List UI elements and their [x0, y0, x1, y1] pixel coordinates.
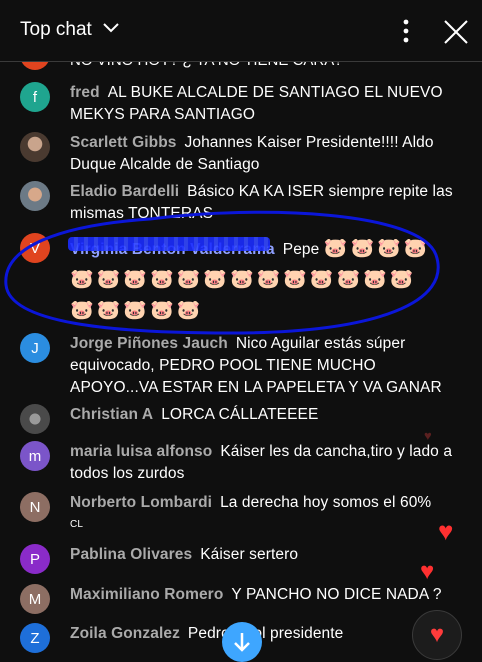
avatar[interactable]: N — [20, 492, 50, 522]
chat-mode-title[interactable]: Top chat — [20, 19, 92, 41]
country-code: CL — [70, 519, 83, 530]
chevron-down-icon[interactable] — [102, 22, 120, 34]
avatar-letter: m — [28, 447, 42, 465]
avatar — [20, 62, 50, 70]
author-name[interactable]: Norberto Lombardi — [70, 494, 212, 511]
avatar-letter: M — [28, 590, 42, 608]
author-name[interactable]: fred — [70, 84, 100, 101]
avatar[interactable] — [20, 132, 50, 162]
author-name[interactable]: Zoila Gonzalez — [70, 625, 180, 642]
avatar-letter: N — [29, 498, 41, 516]
heart-icon: ♥ — [429, 621, 445, 648]
message-text: Káiser sertero — [200, 546, 299, 563]
avatar[interactable]: m — [20, 441, 50, 471]
author-name[interactable]: Jorge Piñones Jauch — [70, 335, 228, 352]
reaction-heart-button[interactable]: ♥ — [412, 610, 462, 660]
avatar-letter: Z — [30, 629, 40, 647]
heart-icon: ♥ — [438, 516, 454, 546]
avatar-letter: J — [31, 339, 39, 357]
author-name[interactable]: Christian A — [70, 406, 153, 423]
arrow-down-icon — [234, 633, 250, 652]
avatar[interactable]: M — [20, 584, 50, 614]
chat-message-partial: NO VINO HOY? ¿ YA NO TIENE CARA? — [0, 62, 482, 72]
author-name[interactable]: Maximiliano Romero — [70, 586, 223, 603]
avatar-letter: P — [29, 550, 40, 568]
scroll-to-bottom-button[interactable] — [222, 622, 262, 662]
message-text: La derecha hoy somos el 60% — [220, 494, 432, 511]
author-name[interactable]: Pablina Olivares — [70, 546, 192, 563]
author-name[interactable]: maria luisa alfonso — [70, 443, 212, 460]
more-vert-icon[interactable] — [394, 16, 418, 46]
avatar[interactable] — [20, 404, 50, 434]
avatar-letter: f — [32, 88, 38, 106]
message-text: Pedro Pool presidente — [187, 625, 344, 642]
avatar[interactable]: J — [20, 333, 50, 363]
message-text: LORCA CÁLLATEEEE — [161, 406, 319, 423]
avatar[interactable]: Z — [20, 623, 50, 653]
message-text: NO VINO HOY? ¿ YA NO TIENE CARA? — [70, 62, 343, 71]
heart-icon: ♥ — [424, 428, 432, 443]
avatar[interactable]: P — [20, 544, 50, 574]
author-name[interactable]: Scarlett Gibbs — [70, 134, 177, 151]
message-text: AL BUKE ALCALDE DE SANTIAGO EL NUEVO MEK… — [70, 84, 443, 123]
chat-header: Top chat — [0, 0, 482, 62]
close-icon[interactable] — [442, 18, 470, 46]
avatar[interactable]: f — [20, 82, 50, 112]
author-name[interactable]: Eladio Bardelli — [70, 183, 179, 200]
message-text: Y PANCHO NO DICE NADA ? — [231, 586, 442, 603]
heart-icon: ♥ — [420, 558, 435, 585]
